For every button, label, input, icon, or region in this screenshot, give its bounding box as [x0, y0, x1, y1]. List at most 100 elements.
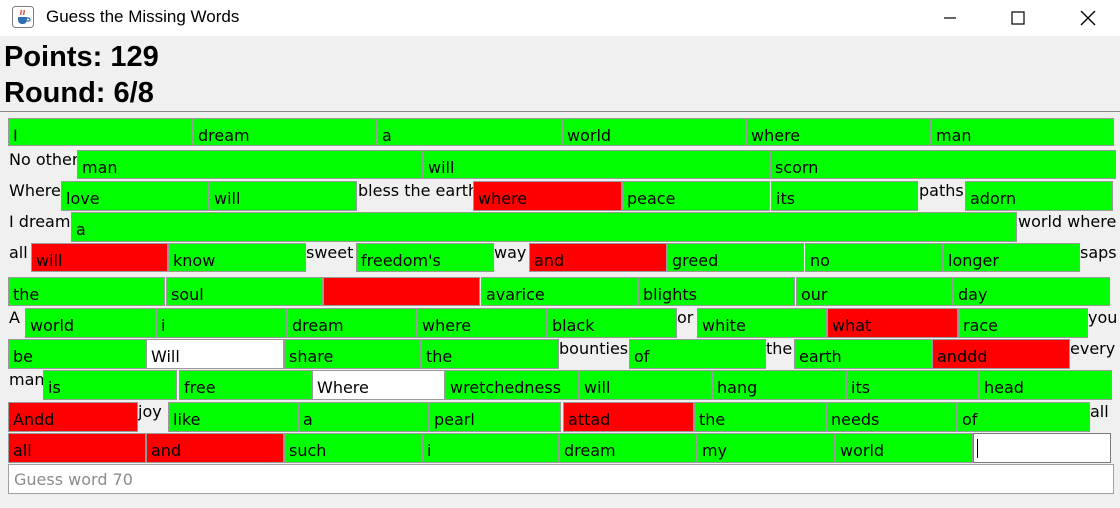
word-field-correct[interactable]: I — [8, 118, 193, 146]
word-field-correct[interactable]: greed — [667, 243, 804, 272]
word-field-correct[interactable]: will — [423, 150, 770, 179]
word-field-correct[interactable]: scorn — [770, 150, 1116, 179]
word-field-correct[interactable]: avarice — [481, 277, 638, 306]
word-field-correct[interactable]: a — [377, 118, 562, 146]
word-field-correct[interactable]: hang — [712, 370, 846, 400]
word-label: bless the earth — [358, 181, 479, 200]
word-field-correct[interactable]: a — [298, 402, 429, 432]
word-field-correct[interactable]: earth — [794, 339, 932, 369]
word-field-correct[interactable]: dream — [287, 308, 417, 338]
word-field-correct[interactable]: a — [71, 212, 1017, 242]
word-field-correct[interactable]: where — [417, 308, 547, 338]
word-field-correct[interactable]: i — [156, 308, 287, 338]
word-field-wrong[interactable]: anddd — [932, 339, 1070, 369]
word-field-wrong[interactable]: Andd — [8, 402, 138, 432]
word-field-correct[interactable]: wretchedness — [445, 370, 579, 400]
word-field-wrong[interactable]: where — [473, 181, 622, 211]
word-label: joy — [138, 402, 162, 421]
word-field-wrong[interactable] — [323, 277, 480, 306]
word-field-correct[interactable]: know — [168, 243, 306, 272]
word-field-correct[interactable]: is — [43, 370, 177, 400]
word-field-correct[interactable]: of — [957, 402, 1090, 432]
word-field-wrong[interactable]: all — [8, 433, 146, 463]
word-field-correct[interactable]: world — [835, 433, 973, 463]
word-field-wrong[interactable]: attad — [563, 402, 694, 432]
word-field-correct[interactable]: race — [958, 308, 1088, 338]
window-title: Guess the Missing Words — [46, 7, 240, 26]
header-divider — [0, 111, 1120, 112]
word-label: all — [1090, 402, 1109, 421]
word-label: way — [494, 243, 527, 262]
word-field-correct[interactable]: world — [562, 118, 746, 146]
word-field-correct[interactable]: freedom's — [356, 243, 494, 272]
word-field-active[interactable] — [973, 433, 1111, 463]
word-field-correct[interactable]: black — [547, 308, 677, 338]
word-field-wrong[interactable]: and — [146, 433, 284, 463]
word-label: No other — [9, 150, 79, 169]
word-label: man — [9, 370, 45, 389]
word-field-correct[interactable]: day — [953, 277, 1110, 306]
word-field-correct[interactable]: where — [746, 118, 931, 146]
points-label: Points: 129 — [4, 41, 159, 73]
word-field-correct[interactable]: world — [25, 308, 156, 338]
score-panel: Points: 129 Round: 6/8 — [0, 36, 1120, 111]
java-cup-icon — [12, 6, 34, 28]
word-label: I dream — [9, 212, 71, 231]
guess-field[interactable] — [8, 464, 1114, 494]
word-field-correct[interactable]: share — [284, 339, 421, 369]
word-label: or — [677, 308, 694, 327]
close-icon — [1080, 10, 1096, 26]
word-label: world where — [1018, 212, 1117, 231]
word-field-correct[interactable]: the — [8, 277, 165, 306]
word-label: Where — [9, 181, 61, 200]
word-field-correct[interactable]: man — [931, 118, 1114, 146]
word-field-correct[interactable]: its — [846, 370, 979, 400]
word-field-correct[interactable]: the — [421, 339, 559, 369]
word-field-correct[interactable]: love — [61, 181, 209, 211]
word-field-correct[interactable]: man — [77, 150, 423, 179]
word-label: A — [9, 308, 20, 327]
word-field-correct[interactable]: needs — [826, 402, 957, 432]
word-field-pending[interactable]: Will — [146, 339, 284, 369]
word-field-correct[interactable]: will — [209, 181, 357, 211]
word-label: sweet — [306, 243, 354, 262]
maximize-button[interactable] — [994, 0, 1042, 36]
word-field-correct[interactable]: will — [579, 370, 712, 400]
word-field-correct[interactable]: peace — [622, 181, 770, 211]
word-label: saps — [1080, 243, 1117, 262]
word-field-correct[interactable]: head — [979, 370, 1112, 400]
word-field-correct[interactable]: free — [179, 370, 312, 400]
close-button[interactable] — [1064, 0, 1112, 36]
word-label: every — [1070, 339, 1116, 358]
word-field-correct[interactable]: dream — [559, 433, 697, 463]
word-field-correct[interactable]: i — [422, 433, 559, 463]
word-field-correct[interactable]: longer — [943, 243, 1080, 272]
word-field-correct[interactable]: adorn — [965, 181, 1113, 211]
guess-input[interactable] — [9, 465, 1113, 493]
word-field-wrong[interactable]: and — [529, 243, 667, 272]
word-label: bounties — [559, 339, 629, 358]
word-label: you — [1088, 308, 1118, 327]
word-field-correct[interactable]: such — [284, 433, 422, 463]
word-field-correct[interactable]: be — [8, 339, 146, 369]
word-field-wrong[interactable]: will — [31, 243, 168, 272]
minimize-button[interactable] — [926, 0, 974, 36]
word-field-correct[interactable]: like — [168, 402, 298, 432]
minimize-icon — [944, 17, 956, 19]
word-field-correct[interactable]: of — [629, 339, 766, 369]
word-field-correct[interactable]: white — [697, 308, 827, 338]
word-field-pending[interactable]: Where — [312, 370, 445, 400]
word-field-wrong[interactable]: what — [827, 308, 958, 338]
word-field-correct[interactable]: no — [805, 243, 943, 272]
word-field-correct[interactable]: the — [694, 402, 826, 432]
word-field-correct[interactable]: soul — [166, 277, 323, 306]
title-bar: Guess the Missing Words — [0, 0, 1120, 36]
word-field-correct[interactable]: my — [697, 433, 835, 463]
word-field-correct[interactable]: blights — [638, 277, 795, 306]
maximize-icon — [1011, 11, 1025, 25]
text-caret — [977, 439, 978, 458]
word-field-correct[interactable]: our — [796, 277, 953, 306]
word-field-correct[interactable]: its — [771, 181, 918, 211]
word-field-correct[interactable]: dream — [193, 118, 377, 146]
word-field-correct[interactable]: pearl — [429, 402, 561, 432]
